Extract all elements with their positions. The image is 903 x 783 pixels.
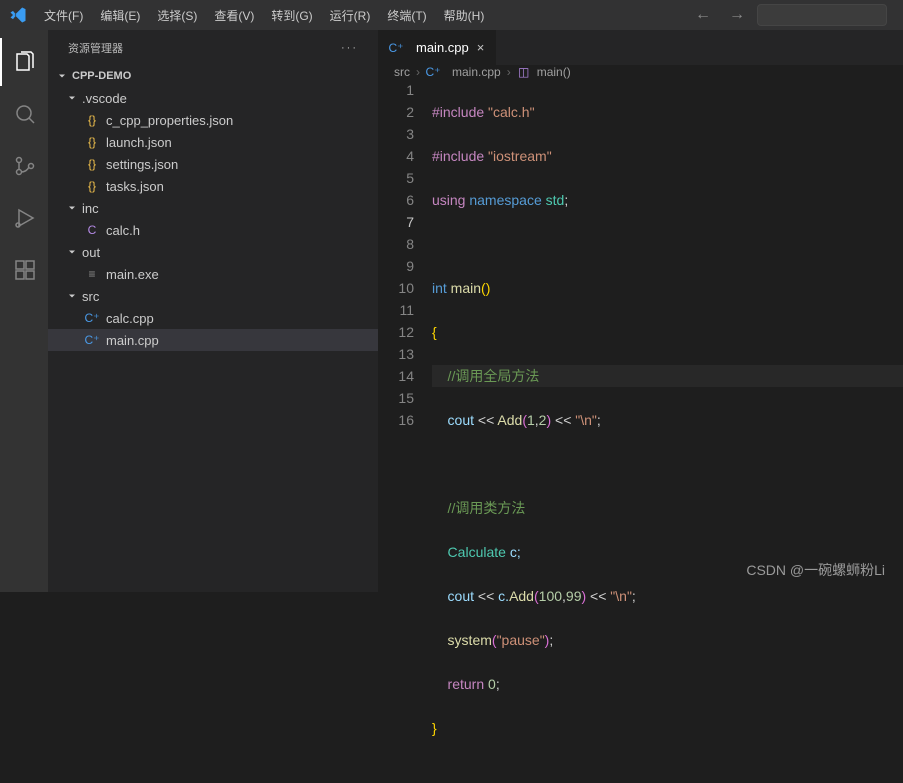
breadcrumb-file[interactable]: main.cpp <box>452 65 501 79</box>
menu-view[interactable]: 查看(V) <box>206 3 262 28</box>
activity-run-debug-icon[interactable] <box>0 194 48 242</box>
file-label: c_cpp_properties.json <box>106 113 233 128</box>
menu-help[interactable]: 帮助(H) <box>436 3 493 28</box>
project-name: CPP-DEMO <box>72 70 131 82</box>
explorer-more-icon[interactable]: ··· <box>341 42 358 54</box>
cpp-file-icon: C⁺ <box>426 65 440 79</box>
chevron-right-icon: › <box>416 65 420 79</box>
file-label: tasks.json <box>106 179 164 194</box>
code-lines[interactable]: #include "calc.h" #include "iostream" us… <box>432 79 903 783</box>
menu-select[interactable]: 选择(S) <box>149 3 205 28</box>
file-label: main.cpp <box>106 333 159 348</box>
chevron-down-icon <box>64 90 80 106</box>
exe-file-icon: ≡ <box>84 266 100 282</box>
json-file-icon: {} <box>84 112 100 128</box>
file-item[interactable]: ≡ main.exe <box>48 263 378 285</box>
explorer-title: 资源管理器 ··· <box>48 30 378 65</box>
command-center-input[interactable] <box>757 4 887 26</box>
folder-label: src <box>82 289 99 304</box>
chevron-down-icon <box>64 244 80 260</box>
activity-bar <box>0 30 48 592</box>
menu-file[interactable]: 文件(F) <box>36 3 91 28</box>
file-item[interactable]: {} settings.json <box>48 153 378 175</box>
explorer-sidebar: 资源管理器 ··· CPP-DEMO .vscode {} c_cpp_prope… <box>48 30 378 592</box>
editor-area: C⁺ main.cpp × src › C⁺ main.cpp › ◫ main… <box>378 30 903 592</box>
chevron-right-icon: › <box>507 65 511 79</box>
json-file-icon: {} <box>84 156 100 172</box>
folder-label: out <box>82 245 100 260</box>
nav-forward-icon[interactable]: → <box>723 4 751 26</box>
chevron-down-icon <box>54 68 70 84</box>
json-file-icon: {} <box>84 178 100 194</box>
folder-inc[interactable]: inc <box>48 197 378 219</box>
c-header-file-icon: C <box>84 222 100 238</box>
file-label: main.exe <box>106 267 159 282</box>
code-editor[interactable]: 123456 78910111213141516 #include "calc.… <box>378 79 903 783</box>
cpp-file-icon: C⁺ <box>84 332 100 348</box>
file-item[interactable]: {} c_cpp_properties.json <box>48 109 378 131</box>
file-tree: .vscode {} c_cpp_properties.json {} launch… <box>48 87 378 592</box>
vscode-logo-icon <box>8 5 28 25</box>
file-item[interactable]: {} launch.json <box>48 131 378 153</box>
close-icon[interactable]: × <box>475 40 487 55</box>
tab-label: main.cpp <box>416 40 469 55</box>
folder-out[interactable]: out <box>48 241 378 263</box>
cpp-file-icon: C⁺ <box>84 310 100 326</box>
cpp-file-icon: C⁺ <box>388 40 404 56</box>
chevron-down-icon <box>64 288 80 304</box>
folder-src[interactable]: src <box>48 285 378 307</box>
nav-back-icon[interactable]: ← <box>689 4 717 26</box>
file-item[interactable]: C⁺ main.cpp <box>48 329 378 351</box>
file-item[interactable]: {} tasks.json <box>48 175 378 197</box>
folder-label: inc <box>82 201 99 216</box>
symbol-method-icon: ◫ <box>517 65 531 79</box>
breadcrumb-src[interactable]: src <box>394 65 410 79</box>
folder-label: .vscode <box>82 91 127 106</box>
line-number-gutter: 123456 78910111213141516 <box>378 79 432 783</box>
json-file-icon: {} <box>84 134 100 150</box>
activity-source-control-icon[interactable] <box>0 142 48 190</box>
file-item[interactable]: C⁺ calc.cpp <box>48 307 378 329</box>
title-bar: 文件(F) 编辑(E) 选择(S) 查看(V) 转到(G) 运行(R) 终端(T… <box>0 0 903 30</box>
tab-main-cpp[interactable]: C⁺ main.cpp × <box>378 30 496 65</box>
menu-edit[interactable]: 编辑(E) <box>92 3 148 28</box>
explorer-title-label: 资源管理器 <box>68 40 123 56</box>
menu-go[interactable]: 转到(G) <box>263 3 320 28</box>
file-item[interactable]: Ccalc.h <box>48 219 378 241</box>
editor-tabs: C⁺ main.cpp × <box>378 30 903 65</box>
file-label: launch.json <box>106 135 172 150</box>
file-label: calc.h <box>106 223 140 238</box>
file-label: settings.json <box>106 157 178 172</box>
activity-search-icon[interactable] <box>0 90 48 138</box>
folder-vscode[interactable]: .vscode <box>48 87 378 109</box>
nav-arrows: ← → <box>689 4 895 26</box>
project-header[interactable]: CPP-DEMO <box>48 65 378 87</box>
activity-extensions-icon[interactable] <box>0 246 48 294</box>
chevron-down-icon <box>64 200 80 216</box>
activity-explorer-icon[interactable] <box>0 38 48 86</box>
menu-terminal[interactable]: 终端(T) <box>379 3 434 28</box>
file-label: calc.cpp <box>106 311 154 326</box>
menu-bar: 文件(F) 编辑(E) 选择(S) 查看(V) 转到(G) 运行(R) 终端(T… <box>36 3 492 28</box>
menu-run[interactable]: 运行(R) <box>322 3 379 28</box>
breadcrumb[interactable]: src › C⁺ main.cpp › ◫ main() <box>378 65 903 79</box>
breadcrumb-fn[interactable]: main() <box>537 65 571 79</box>
